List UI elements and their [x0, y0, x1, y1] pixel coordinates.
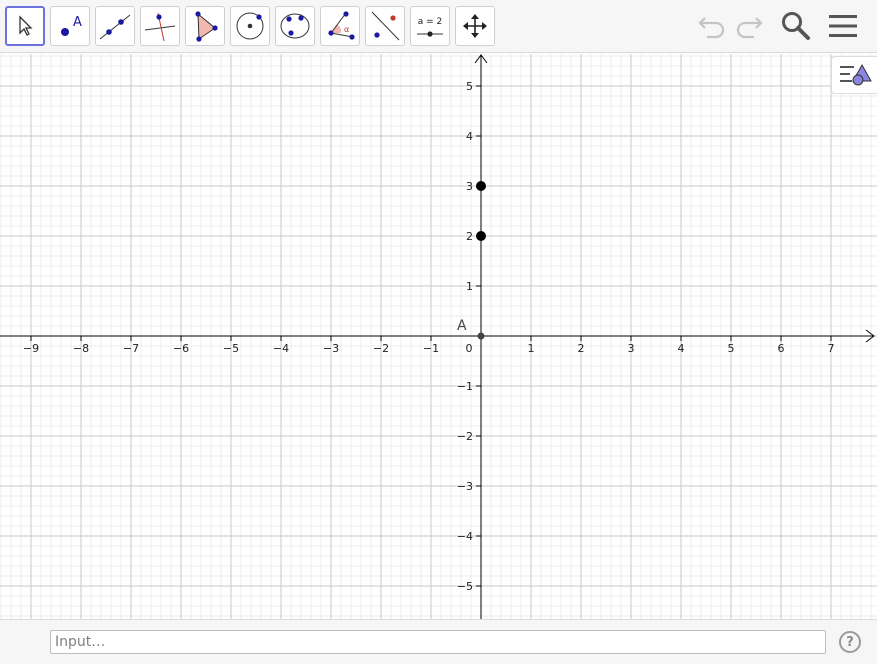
- x-tick-label: 1: [528, 342, 535, 355]
- angle-tool-button[interactable]: α: [320, 6, 360, 46]
- slider-icon: a = 2: [417, 17, 443, 37]
- point[interactable]: [476, 181, 486, 191]
- x-tick-label: −1: [423, 342, 439, 355]
- help-icon: ?: [846, 634, 854, 650]
- reflect-tool-button[interactable]: [365, 6, 405, 46]
- search-icon: [782, 12, 810, 40]
- algebra-input-field[interactable]: [50, 630, 826, 654]
- x-tick-label: 0: [466, 342, 473, 355]
- move-tool-button[interactable]: [5, 6, 45, 46]
- y-tick-label: −3: [457, 480, 473, 493]
- line-tool-button[interactable]: [95, 6, 135, 46]
- main-menu-button[interactable]: [825, 8, 861, 44]
- point-icon-label: A: [73, 15, 82, 30]
- point-tool-button[interactable]: A: [50, 6, 90, 46]
- perpendicular-line-icon: [144, 12, 176, 42]
- y-tick-label: 2: [466, 230, 473, 243]
- y-tick-label: 3: [466, 180, 473, 193]
- x-tick-label: 7: [828, 342, 835, 355]
- help-button[interactable]: ?: [839, 631, 861, 653]
- x-tick-label: −2: [373, 342, 389, 355]
- x-tick-label: −8: [73, 342, 89, 355]
- circle-with-center-icon: [236, 12, 264, 40]
- style-bar-toggle-button[interactable]: [831, 56, 877, 94]
- x-tick-label: −4: [273, 342, 289, 355]
- x-tick-label: −5: [223, 342, 239, 355]
- point[interactable]: [476, 231, 486, 241]
- x-tick-label: −7: [123, 342, 139, 355]
- x-tick-label: 3: [628, 342, 635, 355]
- x-tick-label: −9: [23, 342, 39, 355]
- hamburger-menu-icon: [829, 15, 857, 37]
- x-tick-label: 2: [578, 342, 585, 355]
- arrow-cursor-icon: [19, 15, 33, 36]
- polygon-tool-button[interactable]: [185, 6, 225, 46]
- conic-tool-button[interactable]: [275, 6, 315, 46]
- x-tick-label: 4: [678, 342, 685, 355]
- x-axis-tick-labels: −9 −8 −7 −6 −5 −4 −3 −2 −1 0 1 2 3 4 5 6 7: [23, 342, 835, 355]
- move-view-icon: [463, 14, 487, 38]
- y-tick-label: −1: [457, 380, 473, 393]
- y-tick-label: 5: [466, 80, 473, 93]
- x-tick-label: 5: [728, 342, 735, 355]
- x-tick-label: −6: [173, 342, 189, 355]
- y-tick-label: 4: [466, 130, 473, 143]
- undo-button[interactable]: [694, 8, 730, 44]
- redo-icon: [736, 17, 763, 39]
- move-graphics-view-tool-button[interactable]: [455, 6, 495, 46]
- angle-icon: α: [328, 11, 355, 40]
- graphics-view[interactable]: −9 −8 −7 −6 −5 −4 −3 −2 −1 0 1 2 3 4 5 6 7 5 4 3 2 1 −1 −2 −3 −4…: [0, 54, 877, 619]
- slider-icon-label: a = 2: [418, 17, 443, 27]
- undo-icon: [698, 17, 725, 39]
- point[interactable]: [477, 332, 485, 340]
- angle-icon-label: α: [344, 25, 349, 34]
- y-tick-label: −2: [457, 430, 473, 443]
- toolbar: A α a = 2: [0, 0, 877, 53]
- style-bar-toggle-icon: [839, 63, 872, 86]
- ellipse-icon: [280, 13, 310, 39]
- y-tick-label: 1: [466, 280, 473, 293]
- slider-tool-button[interactable]: a = 2: [410, 6, 450, 46]
- circle-tool-button[interactable]: [230, 6, 270, 46]
- y-tick-label: −5: [457, 580, 473, 593]
- redo-button[interactable]: [731, 8, 767, 44]
- input-bar: ?: [0, 619, 877, 664]
- polygon-icon: [195, 11, 218, 42]
- perpendicular-line-tool-button[interactable]: [140, 6, 180, 46]
- y-tick-label: −4: [457, 530, 473, 543]
- reflect-about-line-icon: [371, 11, 400, 41]
- line-through-two-points-icon: [99, 14, 131, 40]
- x-tick-label: −3: [323, 342, 339, 355]
- point-icon: A: [61, 15, 82, 36]
- point-label: A: [457, 318, 467, 334]
- x-tick-label: 6: [778, 342, 785, 355]
- search-button[interactable]: [778, 8, 814, 44]
